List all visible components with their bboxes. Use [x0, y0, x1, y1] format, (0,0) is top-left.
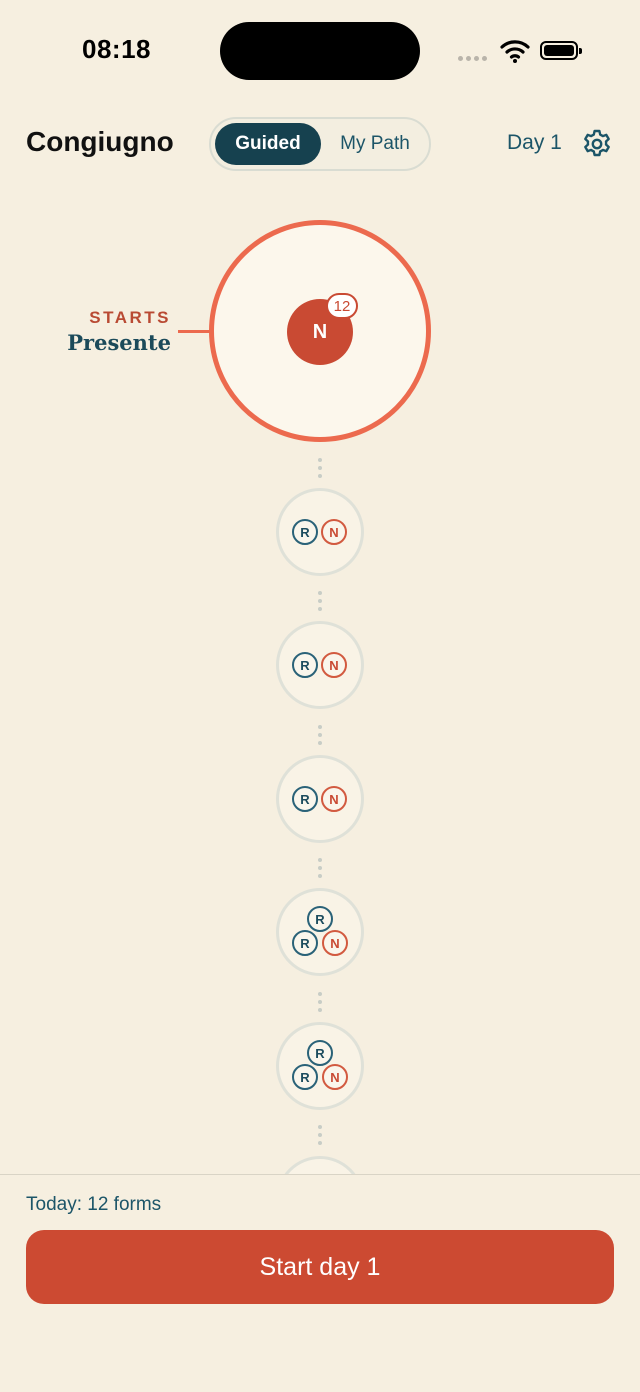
tense-name: Presente	[67, 330, 171, 355]
lesson-node[interactable]	[276, 1022, 364, 1110]
today-summary: Today: 12 forms	[26, 1194, 162, 1215]
starts-caption: STARTS	[89, 308, 171, 327]
gear-icon[interactable]	[581, 128, 613, 160]
segment-guided[interactable]: Guided	[215, 123, 321, 165]
chip-n: N	[321, 652, 347, 678]
chip-r: R	[292, 1064, 318, 1090]
chip-n: N	[321, 519, 347, 545]
chip-n: N	[321, 786, 347, 812]
day-indicator[interactable]: Day 1	[507, 131, 562, 155]
lesson-node[interactable]	[276, 488, 364, 576]
start-day-button[interactable]: Start day 1	[26, 1230, 614, 1304]
path-dots	[318, 458, 322, 478]
chip-r: R	[307, 906, 333, 932]
start-label: STARTS Presente	[40, 308, 171, 355]
app-title: Congiugno	[26, 126, 174, 157]
chip-n: N	[322, 930, 348, 956]
wifi-icon	[500, 40, 530, 63]
cellular-signal-icon	[458, 56, 487, 61]
chip-r: R	[307, 1040, 333, 1066]
dynamic-island	[220, 22, 420, 80]
status-time: 08:18	[82, 34, 151, 64]
lesson-node[interactable]	[276, 888, 364, 976]
path-dots	[318, 1125, 322, 1145]
segment-my-path[interactable]: My Path	[325, 123, 425, 165]
path-dots	[318, 858, 322, 878]
chip-r: R	[292, 930, 318, 956]
lesson-node[interactable]	[276, 621, 364, 709]
lesson-node[interactable]	[276, 755, 364, 843]
start-connector-line	[178, 330, 210, 333]
battery-icon	[540, 41, 582, 60]
chip-r: R	[292, 652, 318, 678]
path-dots	[318, 591, 322, 611]
path-dots	[318, 992, 322, 1012]
chip-r: R	[292, 519, 318, 545]
path-dots	[318, 725, 322, 745]
chip-r: R	[292, 786, 318, 812]
form-count-badge: 12	[326, 293, 358, 319]
chip-n: N	[322, 1064, 348, 1090]
mode-segmented-control: Guided My Path	[209, 117, 431, 171]
